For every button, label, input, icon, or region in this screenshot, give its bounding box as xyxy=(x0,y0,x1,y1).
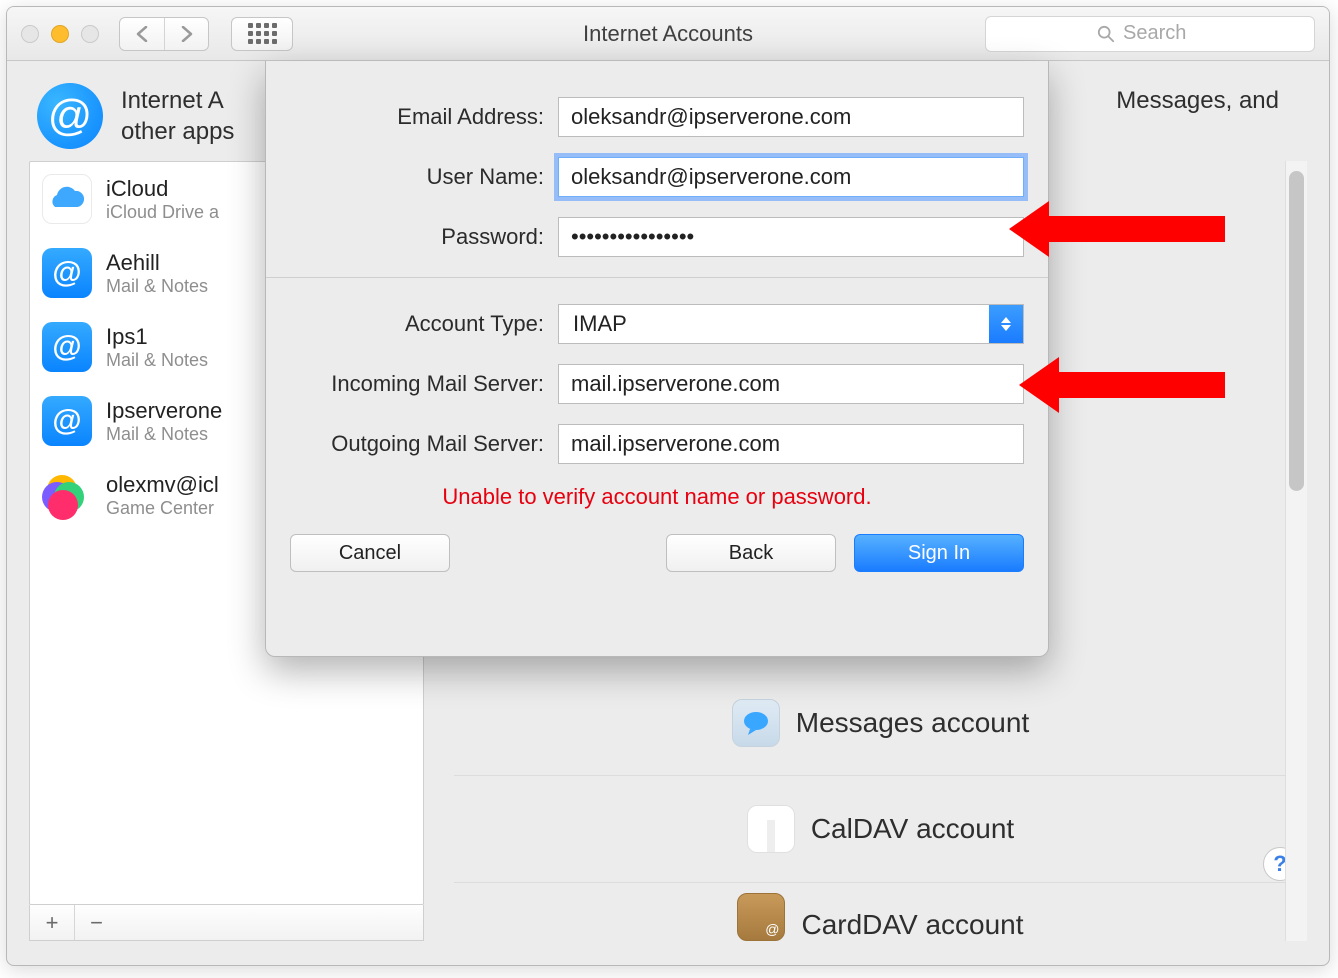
email-field[interactable] xyxy=(558,97,1024,137)
account-sub: Game Center xyxy=(106,498,219,519)
titlebar: Internet Accounts xyxy=(7,7,1329,61)
icloud-icon xyxy=(42,174,92,224)
arrow-head-icon xyxy=(1009,201,1049,257)
account-sub: Mail & Notes xyxy=(106,350,208,371)
account-type-select[interactable]: IMAP xyxy=(558,304,1024,344)
password-label: Password: xyxy=(290,224,558,250)
nav-back-forward xyxy=(119,17,209,51)
outgoing-server-field[interactable] xyxy=(558,424,1024,464)
add-account-button[interactable]: + xyxy=(30,905,74,940)
nav-forward-button[interactable] xyxy=(164,18,208,50)
search-field-wrap[interactable] xyxy=(985,16,1315,52)
account-name: Ipserverone xyxy=(106,398,222,424)
password-field[interactable] xyxy=(558,217,1024,257)
error-message: Unable to verify account name or passwor… xyxy=(290,484,1024,510)
arrow-shaft xyxy=(1059,372,1225,398)
account-name: Ips1 xyxy=(106,324,208,350)
account-sub: Mail & Notes xyxy=(106,424,222,445)
minimize-window-button[interactable] xyxy=(51,25,69,43)
provider-label: Messages account xyxy=(796,707,1029,739)
preferences-window: Internet Accounts @ Internet A Messages,… xyxy=(6,6,1330,966)
annotation-arrow-2 xyxy=(1019,357,1225,413)
provider-caldav[interactable]: CalDAV account xyxy=(454,776,1307,882)
at-icon: @ xyxy=(42,248,92,298)
internet-accounts-icon: @ xyxy=(37,83,103,149)
account-type-value: IMAP xyxy=(559,311,989,337)
traffic-lights xyxy=(21,25,99,43)
provider-carddav[interactable]: @ CardDAV account xyxy=(454,883,1307,941)
outgoing-label: Outgoing Mail Server: xyxy=(290,431,558,457)
provider-label: CalDAV account xyxy=(811,813,1014,845)
account-type-label: Account Type: xyxy=(290,311,558,337)
scrollbar-track[interactable] xyxy=(1285,161,1307,941)
calendar-icon xyxy=(747,805,795,853)
arrow-shaft xyxy=(1049,216,1225,242)
account-name: Aehill xyxy=(106,250,208,276)
provider-label: CardDAV account xyxy=(801,909,1023,941)
add-account-sheet: Email Address: User Name: Password: Acco… xyxy=(265,61,1049,657)
divider xyxy=(266,277,1048,278)
account-name: iCloud xyxy=(106,176,219,202)
gamecenter-icon xyxy=(42,470,92,520)
close-window-button[interactable] xyxy=(21,25,39,43)
messages-icon xyxy=(732,699,780,747)
annotation-arrow-1 xyxy=(1009,201,1225,257)
arrow-head-icon xyxy=(1019,357,1059,413)
cancel-button[interactable]: Cancel xyxy=(290,534,450,572)
chevron-updown-icon xyxy=(989,305,1023,343)
at-icon: @ xyxy=(42,322,92,372)
scrollbar-thumb[interactable] xyxy=(1289,171,1304,491)
grid-icon xyxy=(248,23,277,44)
account-sub: iCloud Drive a xyxy=(106,202,219,223)
email-label: Email Address: xyxy=(290,104,558,130)
account-sub: Mail & Notes xyxy=(106,276,208,297)
show-all-button[interactable] xyxy=(231,17,293,51)
contacts-icon: @ xyxy=(737,893,785,941)
at-icon: @ xyxy=(42,396,92,446)
back-button[interactable]: Back xyxy=(666,534,836,572)
incoming-label: Incoming Mail Server: xyxy=(290,371,558,397)
username-label: User Name: xyxy=(290,164,558,190)
username-field[interactable] xyxy=(558,157,1024,197)
signin-button[interactable]: Sign In xyxy=(854,534,1024,572)
search-icon xyxy=(1097,25,1115,43)
zoom-window-button[interactable] xyxy=(81,25,99,43)
search-input[interactable] xyxy=(1123,22,1203,45)
nav-back-button[interactable] xyxy=(120,18,164,50)
add-remove-buttons: + − xyxy=(29,905,424,941)
incoming-server-field[interactable] xyxy=(558,364,1024,404)
account-name: olexmv@icl xyxy=(106,472,219,498)
provider-messages[interactable]: Messages account xyxy=(454,670,1307,776)
sheet-button-row: Cancel Back Sign In xyxy=(290,530,1024,572)
remove-account-button[interactable]: − xyxy=(74,905,118,940)
